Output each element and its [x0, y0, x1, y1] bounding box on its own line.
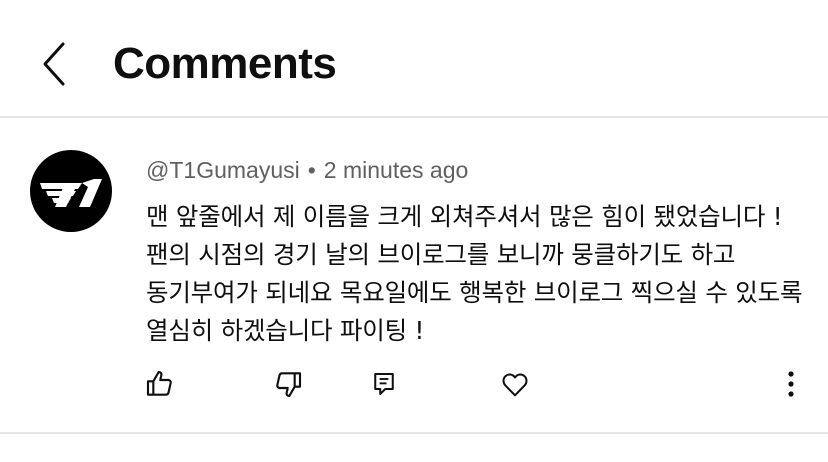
reply-comment-icon: [374, 373, 394, 395]
page-title: Comments: [113, 39, 337, 88]
t1-logo: [40, 179, 102, 207]
author-name[interactable]: @T1Gumayusi: [146, 157, 300, 183]
dislike-button[interactable]: [268, 364, 308, 404]
comment-item: @T1Gumayusi • 2 minutes ago 맨 앞줄에서 제 이름을 크…: [0, 120, 828, 434]
more-vertical-icon: [788, 371, 794, 397]
comment-meta: @T1Gumayusi • 2 minutes ago: [146, 156, 468, 184]
header-bar: Comments: [0, 0, 828, 118]
more-options-button[interactable]: [771, 364, 811, 404]
meta-separator: •: [307, 157, 316, 183]
heart-button[interactable]: [495, 364, 535, 404]
heart-icon: [502, 373, 528, 397]
bottom-divider: [0, 432, 828, 434]
comment-actions: [0, 364, 828, 410]
thumbs-up-icon: [146, 370, 172, 396]
comment-timestamp: 2 minutes ago: [323, 157, 469, 183]
avatar[interactable]: [30, 150, 112, 232]
comment-text: 맨 앞줄에서 제 이름을 크게 외쳐주셔서 많은 힘이 됐었습니다 ! 팬의 시…: [146, 202, 803, 345]
thumbs-down-icon: [276, 372, 302, 398]
like-button[interactable]: [140, 364, 180, 404]
chevron-left-icon: [43, 42, 65, 86]
reply-button[interactable]: [364, 364, 404, 404]
back-button[interactable]: [30, 38, 78, 90]
